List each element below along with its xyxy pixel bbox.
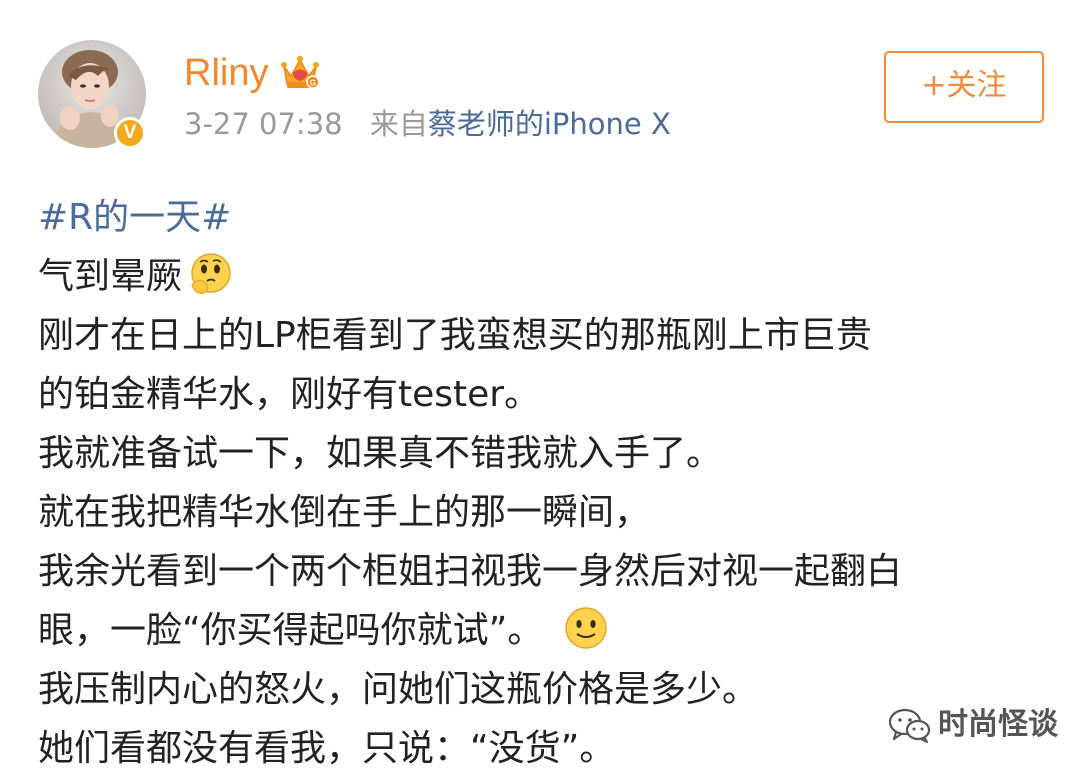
post-timestamp: 3-27 07:38 — [184, 107, 343, 141]
post-content: #R的一天# 气到晕厥 刚才在日上的LP柜看到了我蛮想买的那瓶刚上市巨贵 的铂金… — [38, 188, 1048, 778]
watermark-text: 时尚怪谈 — [938, 707, 1058, 742]
author-name[interactable]: Rliny — [184, 48, 268, 98]
post-line-5: 就在我把精华水倒在手上的那一瞬间， — [38, 492, 651, 533]
wechat-icon — [888, 708, 932, 744]
thinking-face-emoji — [188, 251, 234, 297]
post-line-1: 气到晕厥 — [38, 256, 183, 297]
svg-text:G: G — [310, 79, 316, 88]
source-prefix: 来自 — [369, 107, 428, 141]
source-device-link[interactable]: 蔡老师的iPhone X — [428, 107, 671, 141]
verified-badge: V — [114, 117, 146, 149]
weibo-post: V Rliny G 3-27 07:38 来自蔡老师的iPhone X +关注 … — [0, 0, 1080, 773]
post-meta: 3-27 07:38 来自蔡老师的iPhone X — [184, 103, 671, 145]
hashtag-link[interactable]: #R的一天# — [38, 197, 231, 238]
post-line-2: 刚才在日上的LP柜看到了我蛮想买的那瓶刚上市巨贵 — [38, 315, 872, 356]
post-line-7: 眼，一脸“你买得起吗你就试”。 — [38, 610, 544, 651]
follow-button[interactable]: +关注 — [884, 51, 1044, 123]
smiling-face-emoji — [563, 605, 609, 651]
post-line-4: 我就准备试一下，如果真不错我就入手了。 — [38, 433, 723, 474]
post-line-6: 我余光看到一个两个柜姐扫视我一身然后对视一起翻白 — [38, 551, 903, 592]
post-line-3: 的铂金精华水，刚好有tester。 — [38, 374, 541, 415]
crown-icon: G — [280, 52, 320, 90]
